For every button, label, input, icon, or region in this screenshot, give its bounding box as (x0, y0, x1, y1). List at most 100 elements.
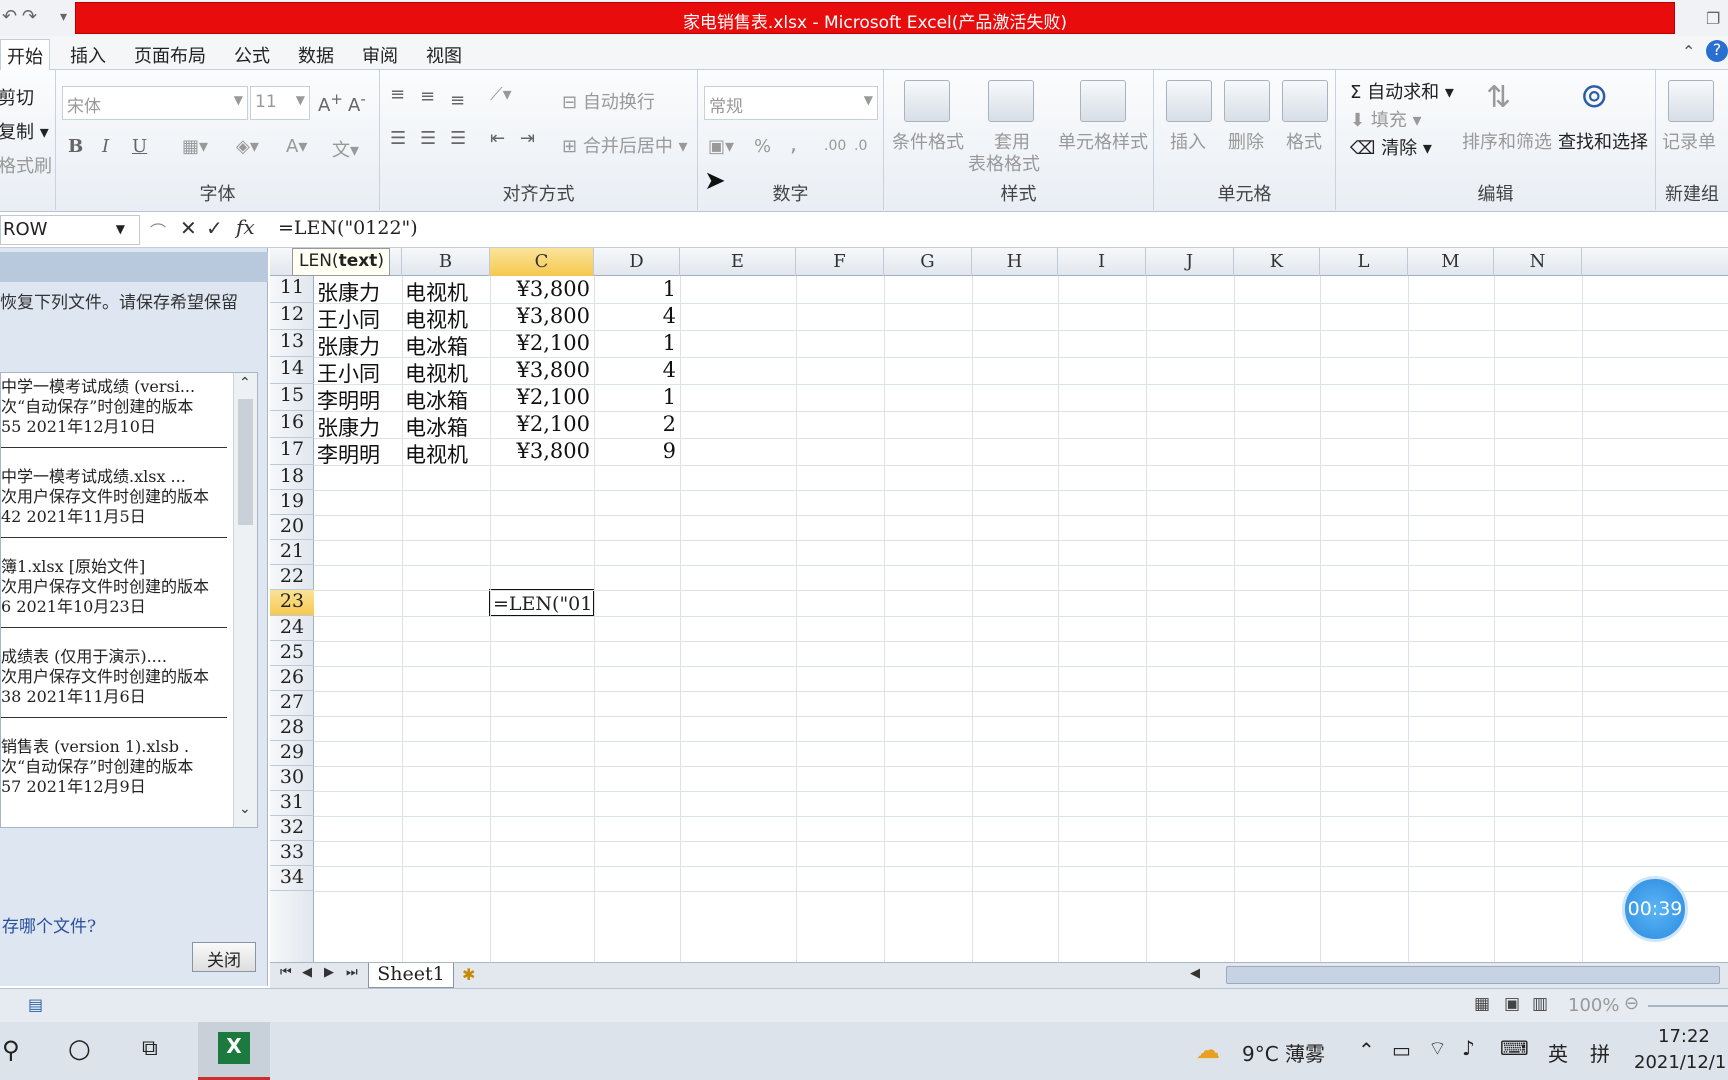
row-header-11[interactable]: 11 (270, 276, 314, 303)
scroll-down-icon[interactable]: ⌄ (239, 801, 251, 817)
percent-button[interactable]: % (754, 136, 771, 157)
row-header-23[interactable]: 23 (270, 590, 314, 616)
recovery-item[interactable]: 中学一模考试成绩 (versi... 次“自动保存”时创建的版本 55 2021… (1, 377, 227, 437)
zoom-slider[interactable] (1648, 1005, 1728, 1007)
close-recovery-button[interactable]: 关闭 (192, 942, 256, 972)
weather-text[interactable]: 9°C 薄雾 (1242, 1038, 1325, 1067)
insert-sheet-icon[interactable]: ✱ (462, 965, 475, 984)
bold-button[interactable]: B (68, 136, 83, 157)
row-header-26[interactable]: 26 (270, 666, 314, 691)
tab-page-layout[interactable]: 页面布局 (134, 42, 206, 68)
increase-decimal-icon[interactable]: .00 (824, 138, 846, 154)
tab-home[interactable]: 开始 (0, 39, 50, 71)
grow-font-icon[interactable]: A+ (318, 90, 343, 116)
recovery-item[interactable]: 簿1.xlsx [原始文件] 次用户保存文件时创建的版本 6 2021年10月2… (1, 557, 227, 617)
enter-formula-icon[interactable]: ✓ (206, 216, 223, 240)
active-cell-editor[interactable]: =LEN("0122 (489, 589, 595, 617)
row-header-25[interactable]: 25 (270, 641, 314, 666)
page-break-view-icon[interactable]: ▥ (1532, 994, 1548, 1014)
recovery-list-scrollbar[interactable]: ⌃ ⌄ (233, 373, 257, 827)
insert-cells-button[interactable]: 插入 (1170, 128, 1206, 154)
tab-view[interactable]: 视图 (426, 42, 462, 68)
merge-center-button[interactable]: ⊞ 合并后居中 ▾ (562, 132, 688, 158)
align-center-icon[interactable]: ☰ (420, 128, 436, 149)
column-header-c[interactable]: C (490, 248, 594, 276)
autosum-button[interactable]: Σ 自动求和 ▾ (1350, 78, 1454, 104)
sort-filter-button[interactable]: 排序和筛选 (1462, 128, 1552, 154)
column-header-d[interactable]: D (594, 248, 680, 276)
row-header-33[interactable]: 33 (270, 841, 314, 866)
italic-button[interactable]: I (102, 136, 109, 157)
show-hidden-icons[interactable]: ⌃ (1358, 1038, 1375, 1062)
column-header-g[interactable]: G (884, 248, 972, 276)
cell-c16[interactable]: ¥2,100 (490, 412, 590, 436)
first-sheet-icon[interactable]: ⏮ (280, 965, 292, 980)
tab-review[interactable]: 审阅 (362, 42, 398, 68)
column-header-f[interactable]: F (796, 248, 884, 276)
align-middle-icon[interactable]: ≡ (420, 86, 435, 107)
cancel-formula-icon[interactable]: ✕ (180, 216, 197, 240)
row-header-30[interactable]: 30 (270, 766, 314, 791)
formula-input[interactable]: =LEN("0122") (278, 217, 418, 239)
row-header-16[interactable]: 16 (270, 411, 314, 438)
cell-d16[interactable]: 2 (594, 412, 676, 436)
decrease-decimal-icon[interactable]: .0 (854, 138, 867, 154)
volume-icon[interactable]: ♪ (1462, 1036, 1475, 1060)
phonetic-icon[interactable]: 文▾ (332, 136, 359, 162)
row-header-12[interactable]: 12 (270, 303, 314, 330)
cell-d13[interactable]: 1 (594, 331, 676, 355)
wifi-icon[interactable]: ⌔ (1428, 1036, 1447, 1061)
row-header-32[interactable]: 32 (270, 816, 314, 841)
macro-record-icon[interactable]: ▤ (28, 995, 43, 1014)
fill-color-icon[interactable]: ◈▾ (236, 136, 259, 157)
row-header-17[interactable]: 17 (270, 438, 314, 465)
ime-mode[interactable]: 拼 (1590, 1038, 1610, 1067)
format-cells-button[interactable]: 格式 (1286, 128, 1322, 154)
fill-button[interactable]: ⬇ 填充 ▾ (1350, 106, 1422, 132)
normal-view-icon[interactable]: ▦ (1474, 994, 1490, 1014)
name-box[interactable]: ROW ▼ (0, 215, 140, 245)
recovery-item[interactable]: 销售表 (version 1).xlsb . 次“自动保存”时创建的版本 57 … (1, 737, 227, 797)
row-header-27[interactable]: 27 (270, 691, 314, 716)
row-header-34[interactable]: 34 (270, 866, 314, 891)
horizontal-scroll-thumb[interactable] (1226, 966, 1720, 984)
align-top-icon[interactable]: ≡ (390, 84, 405, 105)
column-header-i[interactable]: I (1058, 248, 1146, 276)
column-header-h[interactable]: H (972, 248, 1058, 276)
column-header-j[interactable]: J (1146, 248, 1234, 276)
wrap-text-button[interactable]: ⊟ 自动换行 (562, 88, 655, 114)
row-header-13[interactable]: 13 (270, 330, 314, 357)
table-format-button-line2[interactable]: 表格格式 (968, 150, 1040, 176)
cell-c11[interactable]: ¥3,800 (490, 277, 590, 301)
borders-icon[interactable]: ▦▾ (182, 136, 208, 157)
cut-button[interactable]: 剪切 (0, 84, 34, 110)
row-header-28[interactable]: 28 (270, 716, 314, 741)
keyboard-icon[interactable]: ⌨ (1500, 1036, 1529, 1060)
row-header-15[interactable]: 15 (270, 384, 314, 411)
copy-button[interactable]: 复制 ▾ (0, 118, 49, 144)
format-painter-button[interactable]: 格式刷 (0, 152, 52, 178)
clock-time[interactable]: 17:22 (1658, 1026, 1710, 1047)
sheet-tab-sheet1[interactable]: Sheet1 (368, 963, 454, 988)
search-icon[interactable]: ⚲ (2, 1036, 20, 1064)
cell-c14[interactable]: ¥3,800 (490, 358, 590, 382)
zoom-out-icon[interactable]: ⊖ (1624, 993, 1639, 1014)
column-header-n[interactable]: N (1494, 248, 1582, 276)
scroll-thumb[interactable] (238, 399, 253, 525)
row-header-14[interactable]: 14 (270, 357, 314, 384)
next-sheet-icon[interactable]: ▶ (324, 965, 334, 980)
redo-icon[interactable]: ↷ (22, 6, 37, 27)
insert-function-icon[interactable]: fx (236, 215, 255, 239)
cell-d12[interactable]: 4 (594, 304, 676, 328)
comma-button[interactable]: , (790, 132, 797, 157)
cell-c17[interactable]: ¥3,800 (490, 439, 590, 463)
cell-d17[interactable]: 9 (594, 439, 676, 463)
font-size-dropdown[interactable]: 11 ▼ (250, 86, 310, 120)
cell-c15[interactable]: ¥2,100 (490, 385, 590, 409)
row-header-29[interactable]: 29 (270, 741, 314, 766)
number-format-dropdown[interactable]: 常规 ▼ (704, 86, 878, 120)
font-name-dropdown[interactable]: 宋体 ▼ (62, 86, 248, 120)
clock-date[interactable]: 2021/12/1 (1634, 1052, 1726, 1073)
align-bottom-icon[interactable]: ≡ (450, 90, 465, 111)
cell-styles-button[interactable]: 单元格样式 (1058, 128, 1148, 154)
